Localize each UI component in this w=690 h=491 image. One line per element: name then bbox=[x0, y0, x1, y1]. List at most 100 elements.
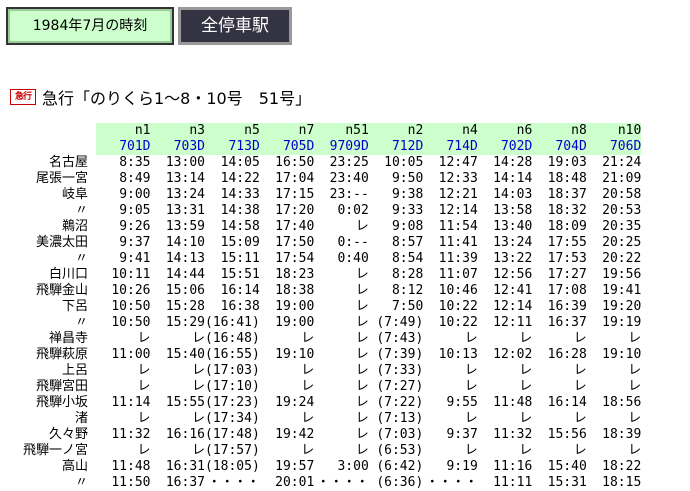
time-cell: レ bbox=[519, 363, 533, 378]
time-cell: 23:25 bbox=[329, 155, 369, 170]
station-name: 尾張一宮 bbox=[35, 171, 88, 186]
train-code: 713D bbox=[205, 139, 260, 155]
time-cell: レ bbox=[355, 379, 369, 394]
time-cell: 11:32 bbox=[111, 427, 151, 442]
time-cell: 19:10 bbox=[602, 347, 642, 362]
time-cell: 19:10 bbox=[275, 347, 315, 362]
time-cell: 19:42 bbox=[275, 427, 315, 442]
station-row: 飛騨金山 10:26 15:06 16:14 18:38 レ 8:12 10:46 12:41 1… bbox=[2, 283, 641, 299]
time-cell: 13:00 bbox=[165, 155, 205, 170]
time-cell: 12:14 bbox=[493, 299, 533, 314]
time-cell: 14:13 bbox=[165, 251, 205, 266]
time-cell: 13:24 bbox=[165, 187, 205, 202]
time-cell: 0:-- bbox=[337, 235, 369, 250]
date-tab[interactable]: 1984年7月の時刻 bbox=[6, 7, 174, 45]
train-code: 712D bbox=[368, 139, 424, 155]
time-cell: 12:47 bbox=[438, 155, 478, 170]
time-cell: レ bbox=[355, 363, 369, 378]
time-cell: 18:39 bbox=[602, 427, 642, 442]
time-cell: 15:06 bbox=[165, 283, 205, 298]
time-cell: 14:28 bbox=[493, 155, 533, 170]
station-row: 名古屋 8:35 13:00 14:05 16:50 23:25 10:05 12:47 14:… bbox=[2, 155, 641, 171]
station-name: 久々野 bbox=[48, 427, 88, 442]
time-cell: (7:22) bbox=[376, 395, 424, 410]
time-cell: レ bbox=[355, 267, 369, 282]
time-cell: 19:19 bbox=[602, 315, 642, 330]
time-cell: 15:31 bbox=[547, 475, 587, 490]
time-cell: 17:20 bbox=[275, 203, 315, 218]
station-name: 名古屋 bbox=[48, 155, 88, 170]
time-cell: レ bbox=[628, 411, 642, 426]
time-cell: レ bbox=[355, 347, 369, 362]
time-cell: 12:56 bbox=[493, 267, 533, 282]
time-cell: 14:44 bbox=[165, 267, 205, 282]
time-cell: 15:09 bbox=[220, 235, 260, 250]
time-cell: 18:56 bbox=[602, 395, 642, 410]
time-cell: 11:48 bbox=[111, 459, 151, 474]
time-cell: 3:00 bbox=[337, 459, 369, 474]
station-name: 鵜沼 bbox=[61, 219, 88, 234]
timetable: n1 n3 n5 n7 n51 n2 n4 n6 n8 n10 701D 703D 713D 705D 97… bbox=[2, 123, 642, 491]
time-cell: 18:32 bbox=[547, 203, 587, 218]
time-cell: (16:48) bbox=[205, 331, 260, 346]
time-cell: 8:35 bbox=[119, 155, 151, 170]
station-row: 飛騨一ノ宮レレ (17:57) レレ (6:53) レレレレ bbox=[2, 443, 641, 459]
time-cell: 18:38 bbox=[275, 283, 315, 298]
time-cell: (17:57) bbox=[205, 443, 260, 458]
time-cell: (7:27) bbox=[376, 379, 424, 394]
train-number: n8 bbox=[532, 123, 587, 139]
time-cell: レ bbox=[573, 379, 587, 394]
time-cell: 17:27 bbox=[547, 267, 587, 282]
time-cell: 9:38 bbox=[391, 187, 424, 202]
station-name: 渚 bbox=[74, 411, 88, 426]
time-cell: レ bbox=[628, 363, 642, 378]
time-cell: 14:10 bbox=[165, 235, 205, 250]
train-code: 9709D bbox=[314, 139, 369, 155]
train-code: 705D bbox=[259, 139, 315, 155]
train-code: 702D bbox=[477, 139, 533, 155]
time-cell: 16:28 bbox=[547, 347, 587, 362]
time-cell: レ bbox=[355, 331, 369, 346]
train-code: 703D bbox=[150, 139, 205, 155]
time-cell: 11:48 bbox=[493, 395, 533, 410]
time-cell: レ bbox=[137, 411, 151, 426]
time-cell: レ bbox=[464, 363, 478, 378]
time-cell: 11:39 bbox=[438, 251, 478, 266]
time-cell: (17:34) bbox=[205, 411, 260, 426]
express-icon: 急行 bbox=[10, 89, 36, 105]
time-cell: 16:37 bbox=[165, 475, 205, 490]
station-row: 飛騨宮田レレ (17:10) レレ (7:27) レレレレ bbox=[2, 379, 641, 395]
time-cell: 19:03 bbox=[547, 155, 587, 170]
time-cell: 9:00 bbox=[119, 187, 151, 202]
station-row: 下呂 10:50 15:28 16:38 19:00 レ 7:50 10:22 12:14 16:… bbox=[2, 299, 641, 315]
time-cell: 17:50 bbox=[275, 235, 315, 250]
time-cell: 23:-- bbox=[329, 187, 369, 202]
station-name: 〃 bbox=[74, 203, 88, 218]
station-row: 久々野 11:32 16:16 (17:48) 19:42 レ (7:03) 9:37 11:3… bbox=[2, 427, 641, 443]
time-cell: 17:15 bbox=[275, 187, 315, 202]
time-cell: レ bbox=[573, 411, 587, 426]
station-row: 尾張一宮 8:49 13:14 14:22 17:04 23:40 9:50 12:33 14:… bbox=[2, 171, 641, 187]
time-cell: レ bbox=[137, 363, 151, 378]
train-number: n51 bbox=[314, 123, 369, 139]
time-cell: 19:41 bbox=[602, 283, 642, 298]
time-cell: 13:59 bbox=[165, 219, 205, 234]
all-stops-tab[interactable]: 全停車駅 bbox=[178, 7, 292, 45]
station-name: 〃 bbox=[74, 315, 88, 330]
time-cell: 10:26 bbox=[111, 283, 151, 298]
time-cell: 18:15 bbox=[602, 475, 642, 490]
time-cell: 11:54 bbox=[438, 219, 478, 234]
time-cell: 17:53 bbox=[547, 251, 587, 266]
time-cell: 10:50 bbox=[111, 315, 151, 330]
train-code: 714D bbox=[423, 139, 478, 155]
time-cell: (7:49) bbox=[376, 315, 424, 330]
time-cell: レ bbox=[191, 331, 205, 346]
time-cell: 12:11 bbox=[493, 315, 533, 330]
station-row: 鵜沼 9:26 13:59 14:58 17:40 レ 9:08 11:54 13:40 18:0… bbox=[2, 219, 641, 235]
time-cell: (16:41) bbox=[205, 315, 260, 330]
train-number: n3 bbox=[150, 123, 205, 139]
time-cell: レ bbox=[301, 411, 315, 426]
station-name: 飛騨小坂 bbox=[35, 395, 88, 410]
time-cell: 10:05 bbox=[384, 155, 424, 170]
time-cell: 11:50 bbox=[111, 475, 151, 490]
